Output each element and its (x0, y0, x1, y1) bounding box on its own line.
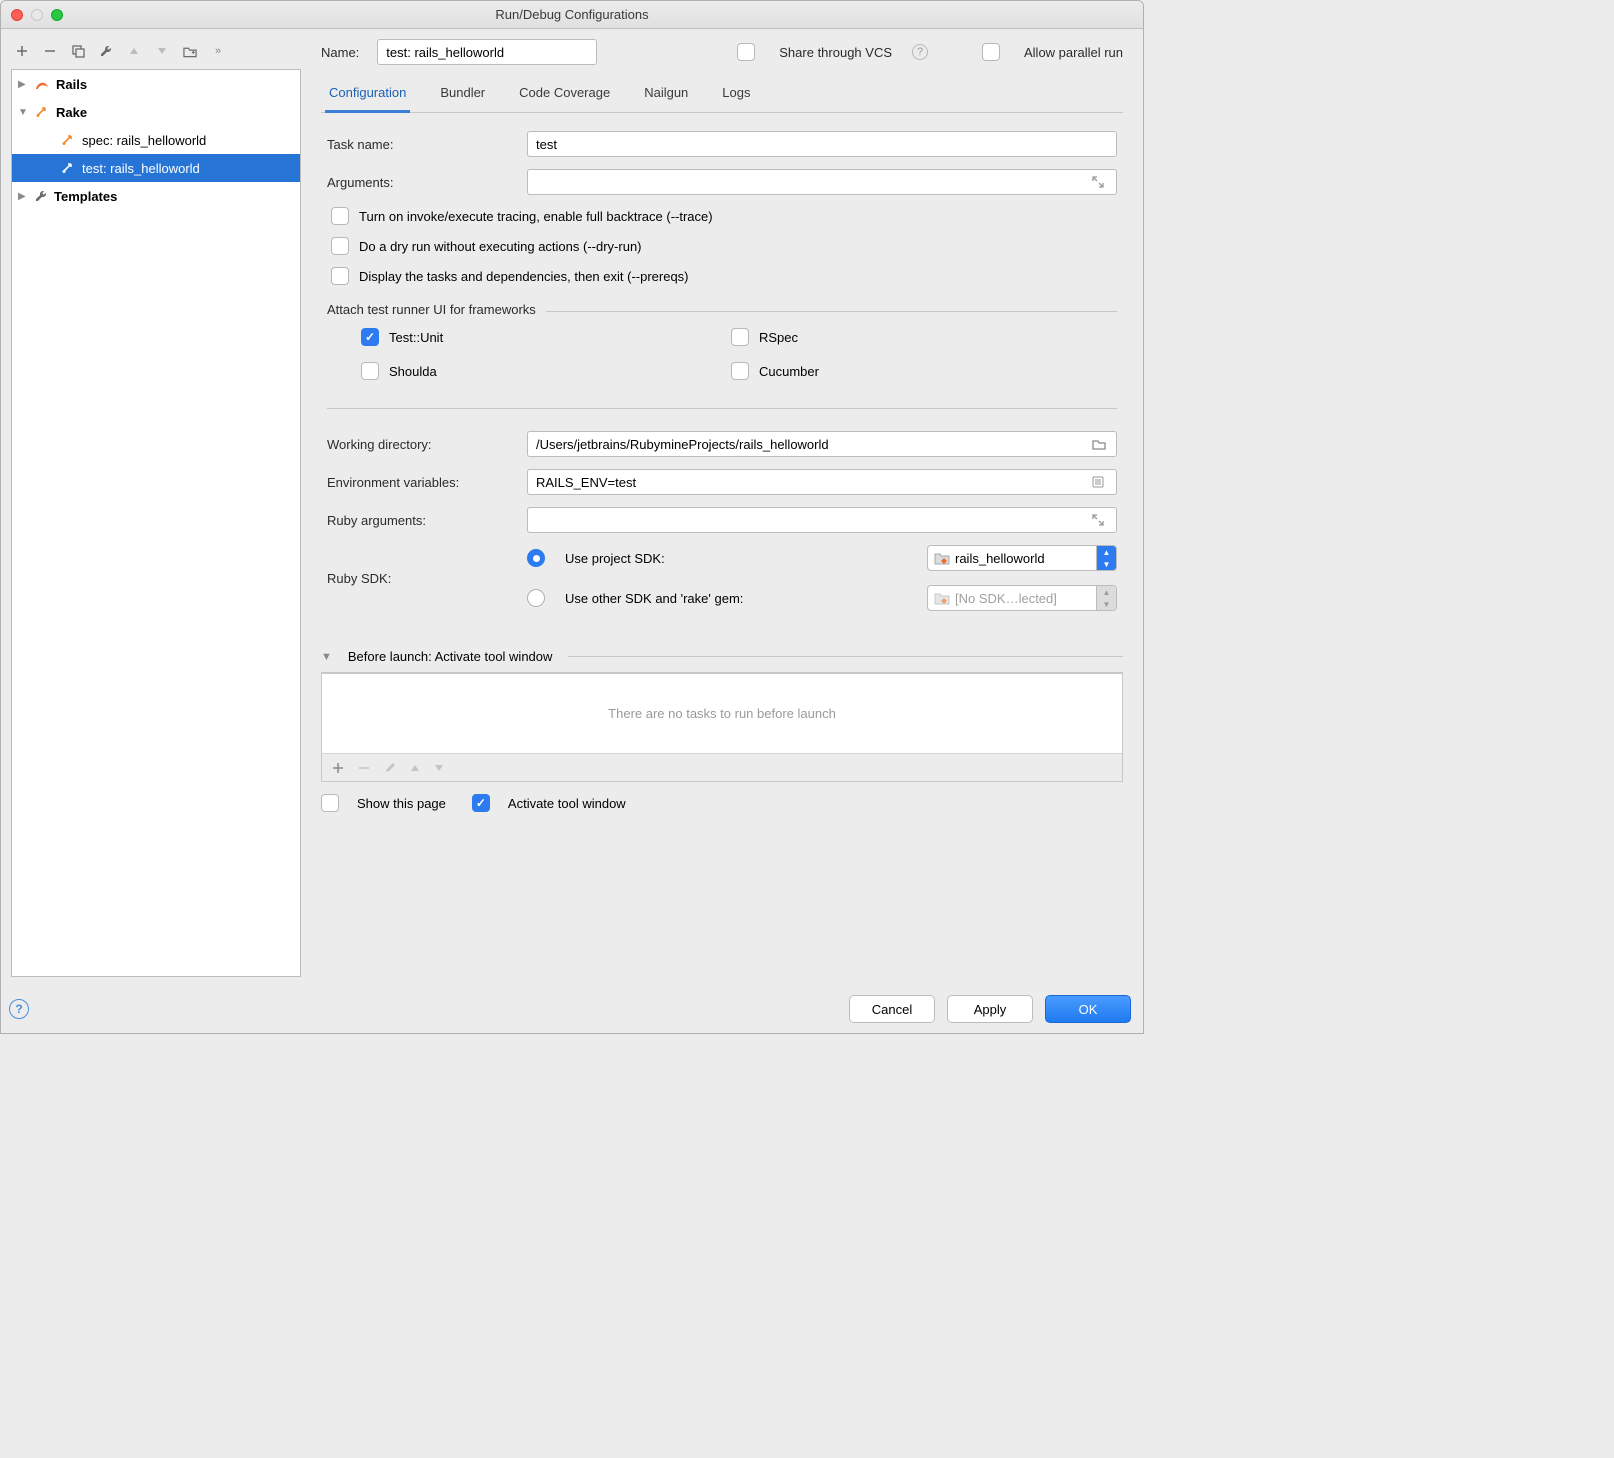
tab-logs[interactable]: Logs (718, 79, 754, 112)
attach-frameworks-legend: Attach test runner UI for frameworks (327, 302, 546, 317)
rspec-checkbox[interactable] (731, 328, 749, 346)
folder-ruby-icon (934, 591, 950, 605)
activate-window-checkbox[interactable] (472, 794, 490, 812)
use-other-sdk-radio[interactable] (527, 589, 545, 607)
cancel-button[interactable]: Cancel (849, 995, 935, 1023)
arguments-label: Arguments: (327, 175, 527, 190)
trace-label: Turn on invoke/execute tracing, enable f… (359, 209, 713, 224)
help-button[interactable]: ? (9, 999, 29, 1019)
up-icon[interactable] (410, 764, 420, 772)
expand-icon[interactable] (1092, 514, 1116, 526)
config-tree: ▶ Rails ▼ Rake spec: rails_helloworld te… (11, 69, 301, 977)
dryrun-label: Do a dry run without executing actions (… (359, 239, 642, 254)
down-icon[interactable] (434, 764, 444, 772)
arguments-input[interactable] (528, 173, 1092, 192)
folder-ruby-icon (934, 551, 950, 565)
tree-label: spec: rails_helloworld (82, 133, 206, 148)
tree-node-test[interactable]: test: rails_helloworld (12, 154, 300, 182)
rake-icon (34, 104, 50, 120)
project-sdk-value: rails_helloworld (955, 551, 1045, 566)
rails-icon (34, 76, 50, 92)
use-project-sdk-label: Use project SDK: (565, 551, 665, 566)
other-sdk-value: [No SDK…lected] (955, 591, 1057, 606)
remove-icon[interactable] (358, 762, 370, 774)
activate-window-label: Activate tool window (508, 796, 626, 811)
rspec-label: RSpec (759, 330, 798, 345)
tab-bundler[interactable]: Bundler (436, 79, 489, 112)
shoulda-label: Shoulda (389, 364, 437, 379)
share-vcs-checkbox[interactable] (737, 43, 755, 61)
rake-icon (60, 160, 76, 176)
show-page-checkbox[interactable] (321, 794, 339, 812)
use-project-sdk-radio[interactable] (527, 549, 545, 567)
tree-label: Rake (56, 105, 87, 120)
tree-node-rake[interactable]: ▼ Rake (12, 98, 300, 126)
env-input[interactable] (528, 473, 1092, 492)
allow-parallel-label: Allow parallel run (1024, 45, 1123, 60)
tab-configuration[interactable]: Configuration (325, 79, 410, 113)
add-icon[interactable] (332, 762, 344, 774)
env-label: Environment variables: (327, 475, 527, 490)
tab-nailgun[interactable]: Nailgun (640, 79, 692, 112)
up-icon[interactable] (127, 44, 141, 58)
tabs: Configuration Bundler Code Coverage Nail… (321, 73, 1123, 113)
other-sdk-select: [No SDK…lected] ▲▼ (927, 585, 1117, 611)
expand-icon[interactable] (1092, 176, 1116, 188)
tree-label: Templates (54, 189, 117, 204)
rake-icon (60, 132, 76, 148)
rubyargs-label: Ruby arguments: (327, 513, 527, 528)
trace-checkbox[interactable] (331, 207, 349, 225)
cucumber-checkbox[interactable] (731, 362, 749, 380)
prereqs-checkbox[interactable] (331, 267, 349, 285)
apply-button[interactable]: Apply (947, 995, 1033, 1023)
workdir-input[interactable] (528, 435, 1092, 454)
name-input[interactable] (377, 39, 597, 65)
wrench-icon (34, 189, 48, 203)
list-icon[interactable] (1092, 476, 1116, 488)
prereqs-label: Display the tasks and dependencies, then… (359, 269, 689, 284)
add-icon[interactable] (15, 44, 29, 58)
down-icon[interactable] (155, 44, 169, 58)
name-label: Name: (321, 45, 359, 60)
testunit-label: Test::Unit (389, 330, 443, 345)
tab-code-coverage[interactable]: Code Coverage (515, 79, 614, 112)
browse-folder-icon[interactable] (1092, 438, 1116, 450)
testunit-checkbox[interactable] (361, 328, 379, 346)
tree-node-spec[interactable]: spec: rails_helloworld (12, 126, 300, 154)
wrench-icon[interactable] (99, 44, 113, 58)
workdir-label: Working directory: (327, 437, 527, 452)
tree-node-templates[interactable]: ▶ Templates (12, 182, 300, 210)
window-title: Run/Debug Configurations (1, 7, 1143, 22)
show-page-label: Show this page (357, 796, 446, 811)
share-vcs-label: Share through VCS (779, 45, 892, 60)
rubyargs-input[interactable] (528, 511, 1092, 530)
chevron-down-icon[interactable]: ▼ (321, 651, 332, 663)
use-other-sdk-label: Use other SDK and 'rake' gem: (565, 591, 743, 606)
more-icon[interactable]: » (211, 44, 225, 58)
folder-icon[interactable] (183, 44, 197, 58)
sidebar-toolbar: » (11, 39, 301, 69)
cucumber-label: Cucumber (759, 364, 819, 379)
shoulda-checkbox[interactable] (361, 362, 379, 380)
help-icon[interactable]: ? (912, 44, 928, 60)
remove-icon[interactable] (43, 44, 57, 58)
task-name-input[interactable] (527, 131, 1117, 157)
titlebar: Run/Debug Configurations (1, 1, 1143, 29)
edit-icon[interactable] (384, 762, 396, 774)
arguments-input-wrap (527, 169, 1117, 195)
tree-node-rails[interactable]: ▶ Rails (12, 70, 300, 98)
copy-icon[interactable] (71, 44, 85, 58)
project-sdk-select[interactable]: rails_helloworld ▲▼ (927, 545, 1117, 571)
before-launch-panel: There are no tasks to run before launch (321, 672, 1123, 782)
sdk-label: Ruby SDK: (327, 571, 527, 586)
ok-button[interactable]: OK (1045, 995, 1131, 1023)
allow-parallel-checkbox[interactable] (982, 43, 1000, 61)
before-launch-empty: There are no tasks to run before launch (322, 673, 1122, 753)
before-launch-title: Before launch: Activate tool window (348, 649, 553, 664)
tree-label: test: rails_helloworld (82, 161, 200, 176)
dryrun-checkbox[interactable] (331, 237, 349, 255)
task-name-label: Task name: (327, 137, 527, 152)
tree-label: Rails (56, 77, 87, 92)
